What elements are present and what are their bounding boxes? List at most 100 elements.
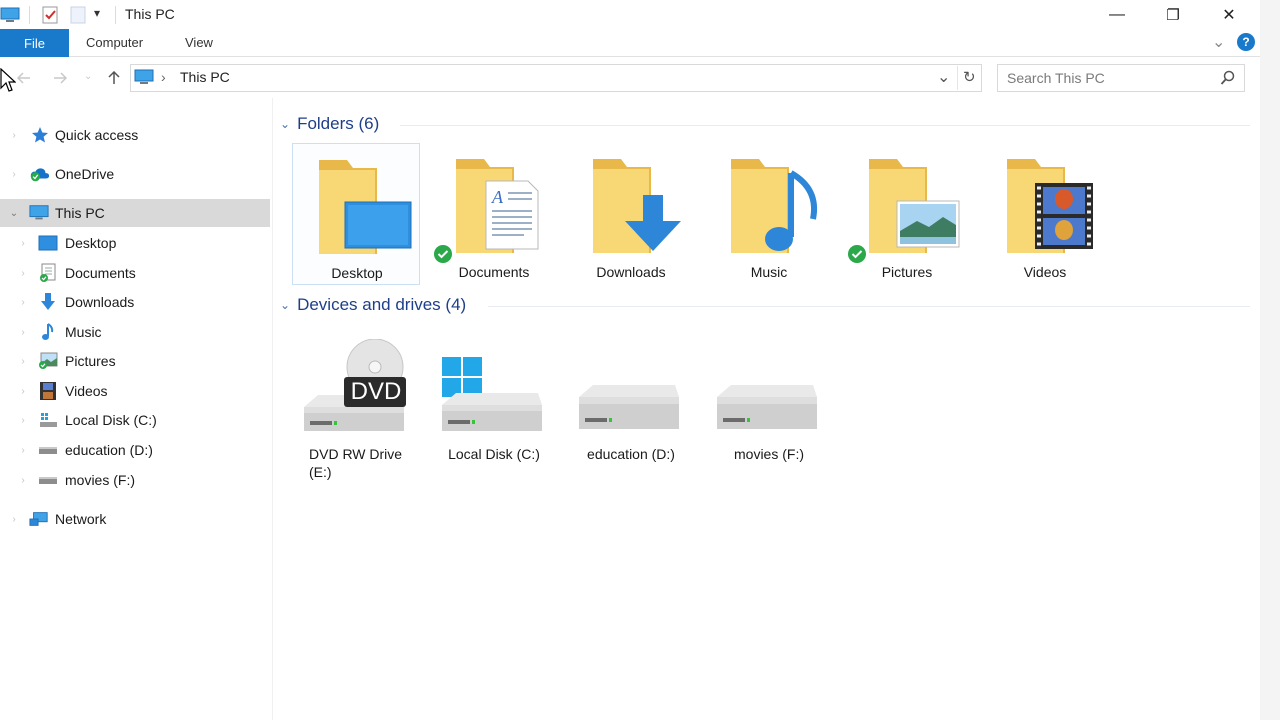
expand-chevron-icon[interactable]: ›: [9, 130, 19, 141]
sidebar-item-label: Documents: [65, 265, 136, 281]
desktop-folder-icon: [319, 160, 412, 254]
forward-arrow-icon: [54, 72, 67, 84]
expand-chevron-icon[interactable]: ›: [18, 268, 28, 279]
sidebar-item-music[interactable]: › Music: [0, 318, 270, 346]
pictures-folder-icon: [869, 159, 960, 253]
tab-file[interactable]: File: [0, 29, 69, 57]
customize-quick-access-dropdown[interactable]: ▾: [94, 6, 100, 20]
folder-tile-downloads[interactable]: Downloads: [567, 143, 695, 285]
cloud-icon: [30, 164, 50, 184]
sidebar-item-label: movies (F:): [65, 472, 135, 488]
devices-group-header[interactable]: ⌄ Devices and drives (4): [280, 295, 466, 315]
toolbar-separator: [115, 6, 116, 24]
sidebar-item-videos[interactable]: › Videos: [0, 377, 270, 405]
minimize-button[interactable]: —: [1094, 0, 1140, 30]
folder-tile-music[interactable]: Music: [705, 143, 833, 285]
toolbar-separator: [29, 6, 30, 24]
drive-icon: [38, 470, 58, 490]
new-folder-icon[interactable]: [68, 5, 88, 25]
expand-ribbon-button[interactable]: ⌄: [1212, 32, 1225, 52]
address-separator: [957, 66, 958, 90]
folder-tile-pictures[interactable]: Pictures: [843, 143, 971, 285]
address-bar[interactable]: › This PC ⌄ ↻: [130, 64, 982, 92]
sidebar-item-quick-access[interactable]: › Quick access: [0, 121, 270, 149]
drive-label: education (D:): [587, 446, 675, 462]
up-button[interactable]: [104, 68, 124, 88]
search-input[interactable]: [1007, 66, 1207, 90]
folder-label: Pictures: [881, 264, 933, 280]
downloads-folder-icon: [593, 159, 681, 253]
navigation-pane: › Quick access › OneDrive ⌄ This PC › De…: [0, 110, 270, 720]
title-bar: ▾ This PC — ❐ ✕: [0, 0, 1260, 30]
search-box[interactable]: [997, 64, 1245, 92]
expand-chevron-icon[interactable]: ›: [9, 169, 19, 180]
expand-chevron-icon[interactable]: ›: [18, 475, 28, 486]
expand-chevron-icon[interactable]: ›: [18, 386, 28, 397]
recent-locations-icon[interactable]: ⌄: [84, 71, 92, 82]
close-button[interactable]: ✕: [1206, 0, 1252, 30]
expand-chevron-icon[interactable]: ›: [18, 415, 28, 426]
expand-chevron-icon[interactable]: ›: [18, 356, 28, 367]
tab-computer[interactable]: Computer: [86, 35, 143, 50]
sidebar-item-documents[interactable]: › Documents: [0, 259, 270, 287]
folders-group-header[interactable]: ⌄ Folders (6): [280, 114, 379, 134]
tab-view[interactable]: View: [185, 35, 213, 50]
sidebar-item-local-disk-c[interactable]: › Local Disk (C:): [0, 406, 270, 434]
sidebar-item-label: This PC: [55, 205, 105, 221]
breadcrumb-separator[interactable]: ›: [161, 69, 166, 85]
drive-tile-education-d[interactable]: education (D:): [567, 335, 695, 485]
folders-group-title: Folders (6): [297, 114, 380, 133]
drive-tile-dvd-e[interactable]: DVD DVD RW Drive (E:): [292, 335, 420, 485]
sidebar-item-label: OneDrive: [55, 166, 115, 182]
expand-chevron-icon[interactable]: ›: [18, 297, 28, 308]
expand-chevron-icon[interactable]: ›: [18, 445, 28, 456]
forward-button[interactable]: [50, 68, 70, 88]
window-title: This PC: [125, 6, 175, 22]
folder-tile-documents[interactable]: A Documents: [430, 143, 558, 285]
sidebar-item-label: Desktop: [65, 235, 117, 251]
documents-icon: [38, 263, 58, 283]
sidebar-item-label: Music: [65, 324, 102, 340]
search-icon[interactable]: [1220, 70, 1236, 89]
expand-chevron-icon[interactable]: ›: [18, 327, 28, 338]
expand-chevron-icon[interactable]: ›: [9, 514, 19, 525]
address-dropdown-button[interactable]: ⌄: [937, 67, 950, 87]
sidebar-item-downloads[interactable]: › Downloads: [0, 288, 270, 316]
sidebar-item-education-d[interactable]: › education (D:): [0, 436, 270, 464]
expand-chevron-icon[interactable]: ›: [18, 238, 28, 249]
back-button[interactable]: [14, 68, 34, 88]
sidebar-item-network[interactable]: › Network: [0, 505, 270, 533]
restore-button[interactable]: ❐: [1150, 0, 1196, 30]
drive-tile-local-disk-c[interactable]: Local Disk (C:): [430, 335, 558, 485]
sidebar-item-movies-f[interactable]: › movies (F:): [0, 466, 270, 494]
group-divider-line: [488, 306, 1250, 307]
folder-label: Music: [750, 264, 788, 280]
folder-tile-desktop[interactable]: Desktop: [292, 143, 420, 285]
folder-label: Desktop: [331, 265, 383, 281]
folder-tile-videos[interactable]: Videos: [981, 143, 1109, 285]
drive-label: DVD RW Drive: [309, 446, 403, 462]
collapse-chevron-icon[interactable]: ⌄: [280, 117, 290, 131]
this-pc-window-icon: [0, 5, 20, 25]
sidebar-item-this-pc[interactable]: ⌄ This PC: [0, 199, 270, 227]
ribbon-tabs: File Computer View ⌄ ?: [0, 29, 1260, 57]
drive-icon: [579, 385, 679, 429]
help-button[interactable]: ?: [1237, 33, 1255, 51]
devices-group-title: Devices and drives (4): [297, 295, 467, 314]
sidebar-item-label: Quick access: [55, 127, 139, 143]
drive-label-line-2: (E:): [309, 464, 332, 480]
pane-divider[interactable]: [272, 98, 273, 720]
collapse-chevron-icon[interactable]: ⌄: [280, 298, 290, 312]
address-row: ⌄ › This PC ⌄ ↻: [0, 58, 1260, 98]
collapse-chevron-icon[interactable]: ⌄: [9, 208, 19, 219]
drive-icon: [38, 440, 58, 460]
properties-icon[interactable]: [40, 5, 60, 25]
refresh-button[interactable]: ↻: [963, 68, 976, 86]
sidebar-item-pictures[interactable]: › Pictures: [0, 347, 270, 375]
sidebar-item-onedrive[interactable]: › OneDrive: [0, 160, 270, 188]
sidebar-item-desktop[interactable]: › Desktop: [0, 229, 270, 257]
breadcrumb-this-pc[interactable]: This PC: [180, 69, 230, 85]
drive-tile-movies-f[interactable]: movies (F:): [705, 335, 833, 485]
folder-label: Documents: [458, 264, 530, 280]
back-arrow-icon: [17, 72, 30, 84]
